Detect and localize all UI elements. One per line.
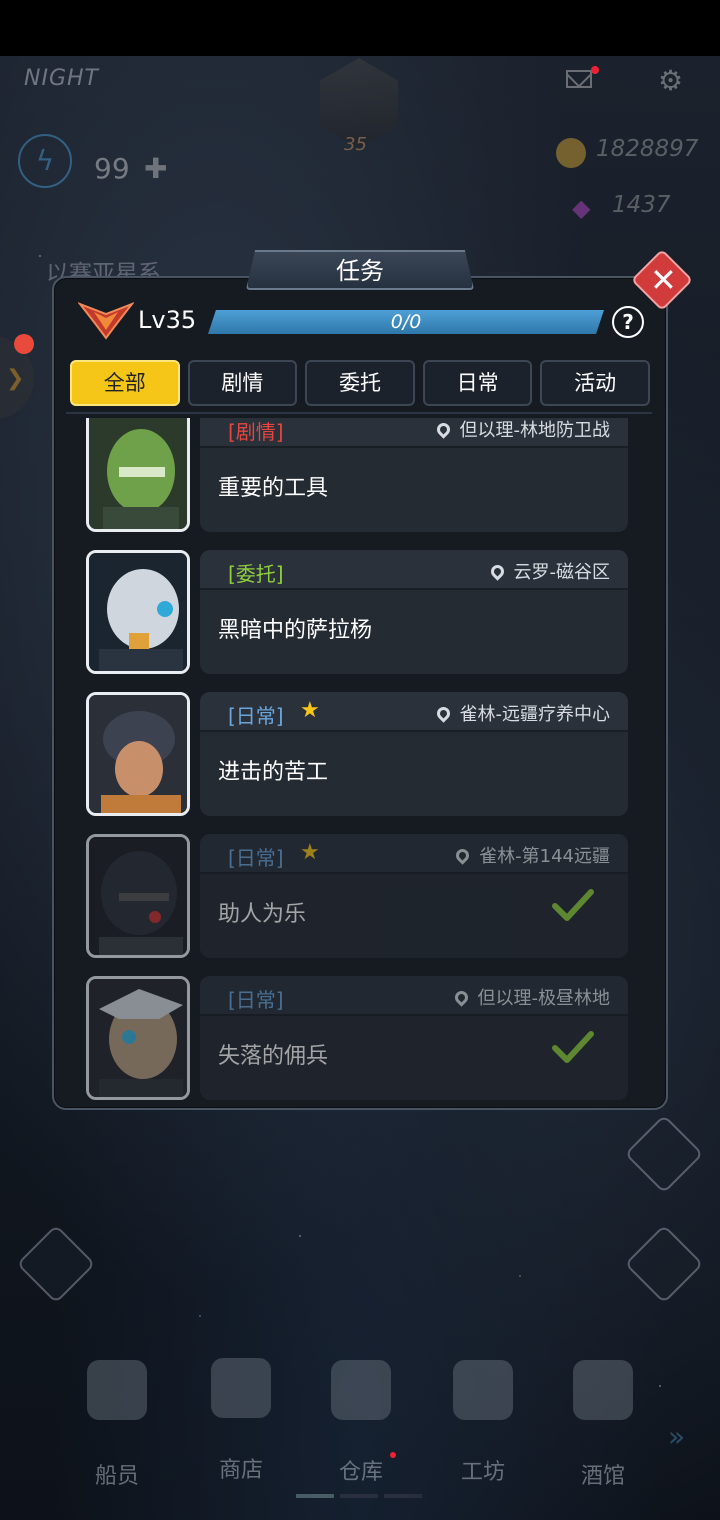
quest-location: 云罗-磁谷区 <box>487 558 611 584</box>
quest-tag: [日常] <box>228 704 284 728</box>
checkmark-icon <box>552 889 594 921</box>
star-icon: ★ <box>300 698 320 723</box>
hammer-icon <box>453 1360 513 1420</box>
nav-workshop[interactable]: 工坊 <box>428 1360 538 1486</box>
quest-card: [日常] ★ 雀林-远疆疗养中心 进击的苦工 <box>200 692 628 816</box>
quest-name: 黑暗中的萨拉杨 <box>218 618 373 643</box>
star-icon: ★ <box>300 840 320 865</box>
xp-progress-text: 0/0 <box>390 311 422 333</box>
quest-giver-portrait <box>86 418 190 532</box>
quest-tag: [日常] <box>228 846 284 870</box>
checklist-button[interactable] <box>624 1224 704 1304</box>
radar-button[interactable] <box>624 1114 704 1194</box>
quest-item[interactable]: [日常] 但以理-极昼林地 失落的佣兵 <box>86 976 630 1100</box>
quest-name: 助人为乐 <box>218 902 307 927</box>
quest-card: [日常] 但以理-极昼林地 失落的佣兵 <box>200 976 628 1100</box>
quest-giver-portrait <box>86 976 190 1100</box>
location-pin-icon <box>451 987 471 1007</box>
quest-category-tabs: 全部 剧情 委托 日常 活动 <box>70 360 650 408</box>
quest-tag: [日常] <box>228 988 284 1012</box>
nav-workshop-label: 工坊 <box>460 1460 505 1485</box>
quest-name: 失落的佣兵 <box>218 1044 329 1069</box>
nav-warehouse[interactable]: 仓库 <box>306 1360 416 1486</box>
quest-giver-portrait <box>86 834 190 958</box>
tab-daily[interactable]: 日常 <box>422 360 533 406</box>
quest-item[interactable]: [剧情] 但以理-林地防卫战 重要的工具 <box>86 418 630 532</box>
close-icon[interactable]: ✕ <box>650 258 677 302</box>
quest-location-text: 雀林-第144远疆 <box>479 846 610 867</box>
tab-divider <box>66 412 652 414</box>
nav-shop[interactable]: 商店 <box>186 1358 296 1484</box>
tab-story[interactable]: 剧情 <box>187 360 298 406</box>
checkmark-icon <box>552 1031 594 1063</box>
quest-location: 但以理-林地防卫战 <box>433 418 611 442</box>
quest-name: 进击的苦工 <box>218 760 329 785</box>
nav-shop-label: 商店 <box>218 1458 263 1483</box>
quest-location: 但以理-极昼林地 <box>451 984 611 1010</box>
tab-all[interactable]: 全部 <box>70 360 180 406</box>
location-pin-icon <box>453 845 472 865</box>
warehouse-notification-dot <box>390 1452 396 1458</box>
nav-crew-label: 船员 <box>94 1464 139 1489</box>
location-pin-icon <box>487 561 507 581</box>
rank-emblem-icon <box>78 302 134 340</box>
tab-event[interactable]: 活动 <box>540 360 650 406</box>
tab-commission[interactable]: 委托 <box>305 360 415 406</box>
quest-location: 雀林-第144远疆 <box>453 842 610 868</box>
chest-icon <box>331 1360 391 1420</box>
quest-item[interactable]: [委托] 云罗-磁谷区 黑暗中的萨拉杨 <box>86 550 630 674</box>
quest-item[interactable]: [日常] ★ 雀林-远疆疗养中心 进击的苦工 <box>86 692 630 816</box>
page-indicator <box>340 1494 378 1498</box>
quest-card: [委托] 云罗-磁谷区 黑暗中的萨拉杨 <box>200 550 628 674</box>
player-level-label: Lv35 <box>138 306 197 334</box>
nav-warehouse-label: 仓库 <box>338 1460 383 1485</box>
quest-location-text: 云罗-磁谷区 <box>513 562 611 583</box>
double-chevron-icon[interactable]: » <box>668 1420 685 1453</box>
quest-item[interactable]: [日常] ★ 雀林-第144远疆 助人为乐 <box>86 834 630 958</box>
nav-tavern-label: 酒馆 <box>580 1464 625 1489</box>
quest-card: [剧情] 但以理-林地防卫战 重要的工具 <box>200 418 628 532</box>
shop-icon <box>211 1358 271 1418</box>
dialog-title: 任务 <box>246 250 474 290</box>
quest-tag: [剧情] <box>228 420 284 444</box>
help-button[interactable]: ? <box>612 306 644 338</box>
notice-board-button[interactable] <box>16 1224 96 1304</box>
quest-list[interactable]: [剧情] 但以理-林地防卫战 重要的工具 [委托] 云罗-磁谷区 黑暗中的萨拉杨… <box>68 418 652 1102</box>
location-pin-icon <box>433 419 453 439</box>
page-indicator <box>296 1494 334 1498</box>
quest-giver-portrait <box>86 692 190 816</box>
quest-name: 重要的工具 <box>218 476 329 501</box>
nav-crew[interactable]: 船员 <box>62 1360 172 1490</box>
quest-card: [日常] ★ 雀林-第144远疆 助人为乐 <box>200 834 628 958</box>
nav-tavern[interactable]: 酒馆 <box>548 1360 658 1490</box>
location-pin-icon <box>433 703 453 723</box>
quest-tag: [委托] <box>228 562 284 586</box>
quest-giver-portrait <box>86 550 190 674</box>
quest-location: 雀林-远疆疗养中心 <box>433 700 611 726</box>
quest-location-text: 但以理-林地防卫战 <box>459 420 611 441</box>
quest-location-text: 雀林-远疆疗养中心 <box>459 704 611 725</box>
crew-icon <box>87 1360 147 1420</box>
page-indicator <box>384 1494 422 1498</box>
beer-mug-icon <box>573 1360 633 1420</box>
quest-location-text: 但以理-极昼林地 <box>477 988 611 1009</box>
